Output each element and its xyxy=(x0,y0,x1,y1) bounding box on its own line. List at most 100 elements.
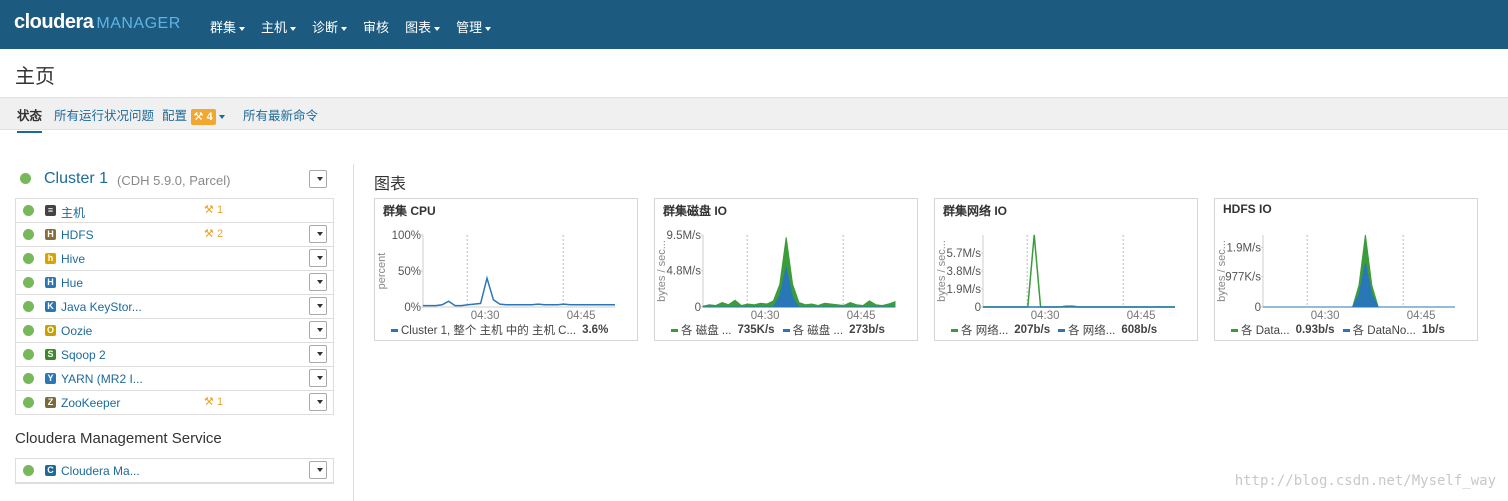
tab-recent-commands[interactable]: 所有最新命令 xyxy=(243,105,318,124)
nav-clusters[interactable]: 群集 xyxy=(210,17,246,36)
nav-administration[interactable]: 管理 xyxy=(456,17,492,36)
chart-svg: bytes / sec...5.7M/s3.8M/s1.9M/s004:30 04… xyxy=(936,234,1175,322)
service-row: C Cloudera Ma... xyxy=(16,459,333,483)
service-row: K Java KeyStor... xyxy=(16,295,333,319)
service-name-link[interactable]: Java KeyStor... xyxy=(61,300,142,314)
config-warning-badge: ⚒ 4 xyxy=(190,108,216,125)
x-tick-label: 04:45 xyxy=(1407,310,1436,322)
service-actions-dropdown[interactable] xyxy=(309,321,327,339)
y-axis-label: percent xyxy=(376,253,388,290)
service-actions-dropdown[interactable] xyxy=(309,369,327,387)
config-warning[interactable]: ⚒ 1 xyxy=(204,395,223,408)
config-warning[interactable]: ⚒ 1 xyxy=(204,203,223,216)
chart-card[interactable]: 群集 CPU percent 100% 50% 0% 04:30 04:45 Cluster … xyxy=(374,198,638,341)
service-name-link[interactable]: HDFS xyxy=(61,228,94,242)
legend-value: 207b/s xyxy=(1014,324,1051,336)
legend-label: 各 网络... xyxy=(961,325,1009,337)
cluster-name-link[interactable]: Cluster 1 xyxy=(44,170,108,188)
wrench-icon: ⚒ xyxy=(193,110,204,123)
service-name-link[interactable]: Hive xyxy=(61,252,85,266)
hdfs-icon: H xyxy=(45,229,56,240)
logo-main: cloudera xyxy=(14,11,94,33)
chart-card[interactable]: HDFS IO bytes / sec... 1.9M/s 977K/s 0 04:30 0… xyxy=(1214,198,1478,341)
y-tick-label: 4.8M/s xyxy=(666,266,701,278)
chevron-down-icon xyxy=(316,468,323,472)
sqoop-icon: S xyxy=(45,349,56,360)
chart-svg: bytes / sec...1.9M/s977K/s004:30 04:45 xyxy=(1216,234,1455,322)
chevron-down-icon xyxy=(316,352,323,356)
chevron-down-icon xyxy=(316,232,323,236)
service-row: ≡ 主机 ⚒ 1 xyxy=(16,199,333,223)
legend-label: 各 磁盘 ... xyxy=(681,325,732,337)
service-actions-dropdown[interactable] xyxy=(309,393,327,411)
y-tick-label: 977K/s xyxy=(1225,271,1261,283)
service-actions-dropdown[interactable] xyxy=(309,297,327,315)
legend-label: Cluster 1, 整个 主机 中的 主机 C... xyxy=(401,325,577,337)
y-tick-label: 3.8M/s xyxy=(946,266,981,278)
service-name-link[interactable]: Hue xyxy=(61,276,83,290)
y-tick-label: 0 xyxy=(975,302,981,314)
service-name-link[interactable]: YARN (MR2 I... xyxy=(61,372,143,386)
y-tick-label: 100% xyxy=(392,230,421,242)
service-name-link[interactable]: 主机 xyxy=(61,204,85,221)
legend-label: 各 DataNo... xyxy=(1352,325,1416,337)
status-good-icon xyxy=(20,173,31,184)
wrench-icon: ⚒ xyxy=(204,228,214,240)
tab-status[interactable]: 状态 xyxy=(17,105,43,133)
service-row: H Hue xyxy=(16,271,333,295)
series-area xyxy=(702,237,896,308)
tab-health-issues[interactable]: 所有运行状况问题 xyxy=(54,105,154,124)
chevron-down-icon xyxy=(316,177,323,181)
legend-swatch xyxy=(782,328,790,332)
nav-audits[interactable]: 审核 xyxy=(363,17,389,36)
chevron-down-icon xyxy=(316,328,323,332)
zookeeper-icon: Z xyxy=(45,397,56,408)
legend-label: 各 Data... xyxy=(1241,325,1290,337)
legend-swatch xyxy=(1231,328,1238,332)
x-tick-label: 04:30 xyxy=(1311,310,1340,322)
status-good-icon xyxy=(23,397,34,408)
keystore-icon: K xyxy=(45,301,56,312)
hive-icon: h xyxy=(45,253,56,264)
x-tick-label: 04:45 xyxy=(1127,310,1156,322)
service-actions-dropdown[interactable] xyxy=(309,461,327,479)
service-row: Y YARN (MR2 I... xyxy=(16,367,333,391)
nav-diagnostics[interactable]: 诊断 xyxy=(312,17,348,36)
service-name-link[interactable]: Cloudera Ma... xyxy=(61,464,140,478)
service-actions-dropdown[interactable] xyxy=(309,273,327,291)
service-name-link[interactable]: ZooKeeper xyxy=(61,396,120,410)
y-tick-label: 50% xyxy=(398,266,421,278)
chart-legend: 各 磁盘 ... 735K/s 各 磁盘 ... 273b/s xyxy=(671,322,893,338)
chart-legend: 各 Data... 0.93b/s 各 DataNo... 1b/s xyxy=(1231,322,1453,338)
chart-card[interactable]: 群集网络 IO bytes / sec... 5.7M/s 3.8M/s 1.9M/s 0… xyxy=(934,198,1198,341)
service-actions-dropdown[interactable] xyxy=(309,225,327,243)
chevron-down-icon xyxy=(316,376,323,380)
x-tick-label: 04:45 xyxy=(847,310,876,322)
config-warning[interactable]: ⚒ 2 xyxy=(204,227,223,240)
service-name-link[interactable]: Sqoop 2 xyxy=(61,348,106,362)
series-line xyxy=(983,234,1175,308)
chevron-down-icon xyxy=(316,304,323,308)
chevron-down-icon xyxy=(316,400,323,404)
service-actions-dropdown[interactable] xyxy=(309,249,327,267)
chart-card[interactable]: 群集磁盘 IO bytes / sec... 9.5M/s 4.8M/s 0 04:30 0… xyxy=(654,198,918,341)
legend-label: 各 网络... xyxy=(1068,325,1116,337)
y-tick-label: 9.5M/s xyxy=(666,230,701,242)
cluster-header: Cluster 1 (CDH 5.9.0, Parcel) xyxy=(20,170,334,190)
legend-label: 各 磁盘 ... xyxy=(792,325,844,337)
legend-value: 1b/s xyxy=(1421,324,1445,336)
cluster-actions-dropdown[interactable] xyxy=(309,170,327,188)
subnav-tabs: 状态 所有运行状况问题 配置 ⚒ 4 所有最新命令 xyxy=(0,97,1508,133)
status-good-icon xyxy=(23,373,34,384)
service-name-link[interactable]: Oozie xyxy=(61,324,92,338)
tab-configuration[interactable]: 配置 ⚒ 4 xyxy=(162,105,225,125)
status-good-icon xyxy=(23,205,34,216)
legend-swatch xyxy=(1342,328,1350,332)
nav-hosts[interactable]: 主机 xyxy=(261,17,297,36)
nav-charts[interactable]: 图表 xyxy=(405,17,441,36)
management-service-title: Cloudera Management Service xyxy=(15,430,222,447)
hosts-icon: ≡ xyxy=(45,205,56,216)
y-tick-label: 0 xyxy=(695,302,701,314)
service-actions-dropdown[interactable] xyxy=(309,345,327,363)
cloudera-manager-logo[interactable]: cloudera MANAGER xyxy=(14,11,181,37)
